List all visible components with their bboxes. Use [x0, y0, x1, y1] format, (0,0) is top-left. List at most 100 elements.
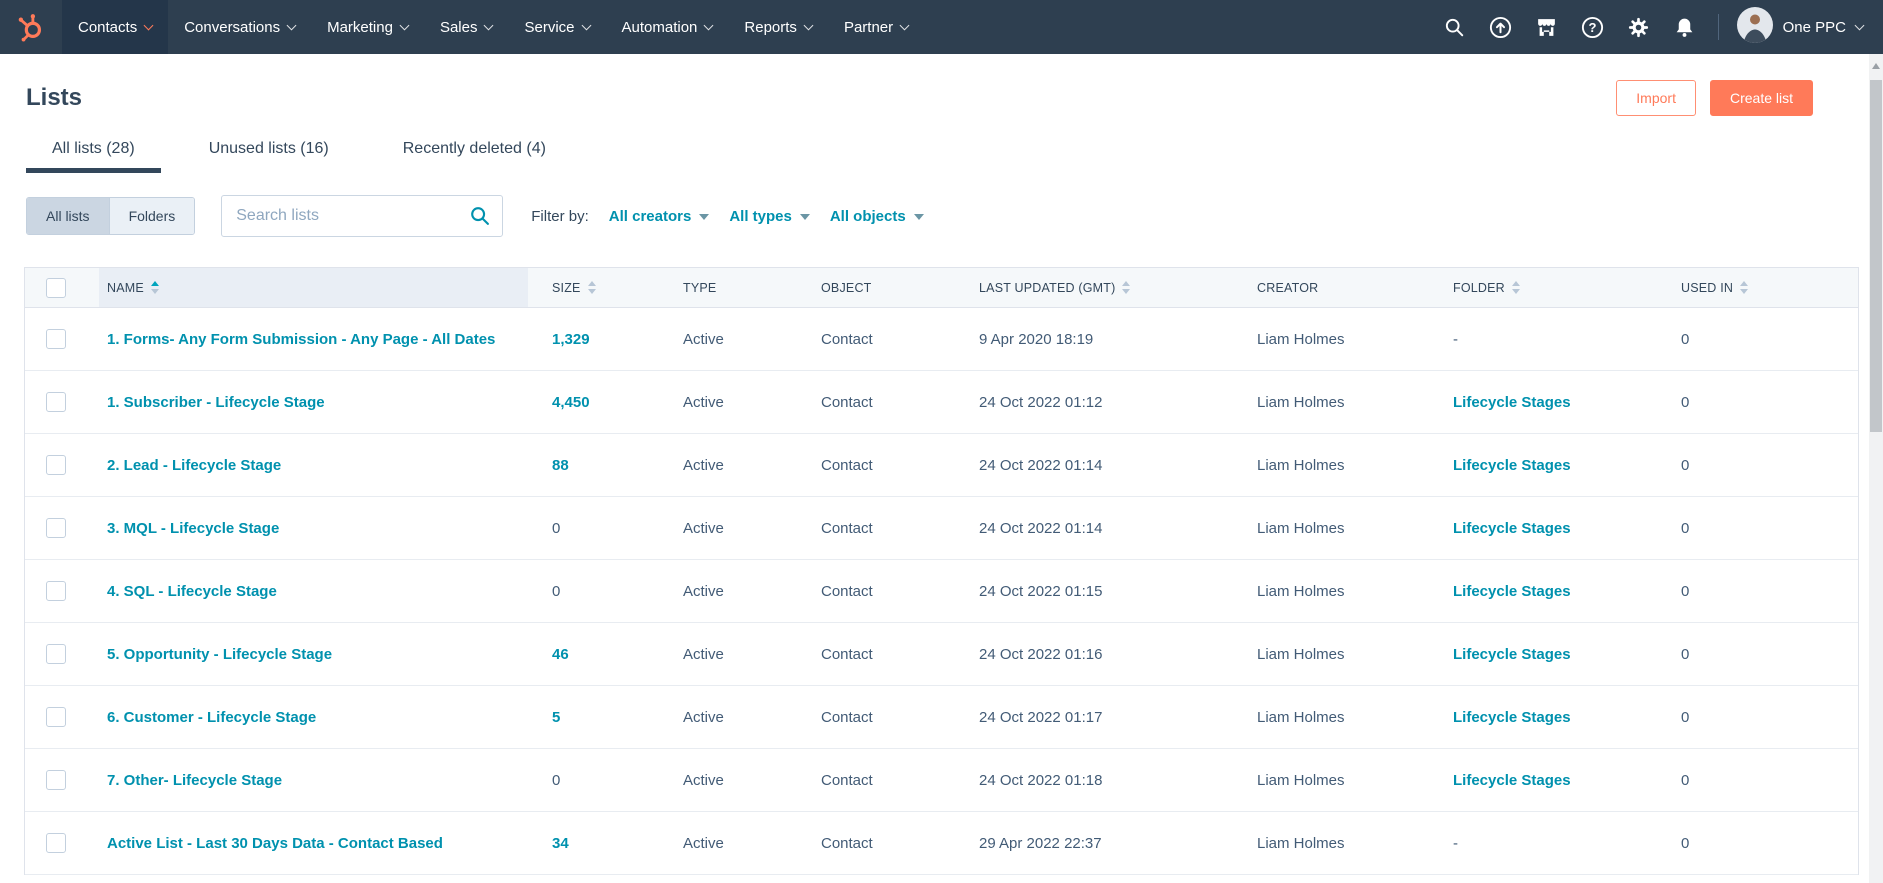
- toggle-folders[interactable]: Folders: [109, 198, 195, 234]
- list-tabs: All lists (28) Unused lists (16) Recentl…: [26, 140, 1883, 173]
- list-name-link[interactable]: 4. SQL - Lifecycle Stage: [107, 583, 277, 600]
- tab-all-lists[interactable]: All lists (28): [26, 140, 161, 173]
- chevron-down-icon: [803, 20, 813, 30]
- page-title: Lists: [26, 84, 82, 112]
- list-used-in: 0: [1681, 394, 1689, 411]
- column-header-type[interactable]: TYPE: [659, 268, 797, 307]
- marketplace-icon[interactable]: [1524, 0, 1570, 54]
- list-size: 0: [552, 772, 560, 789]
- table-row: 7. Other- Lifecycle Stage 0 Active Conta…: [25, 749, 1858, 812]
- row-checkbox[interactable]: [46, 707, 66, 727]
- toggle-all-lists[interactable]: All lists: [27, 198, 109, 234]
- import-button[interactable]: Import: [1616, 80, 1696, 116]
- table-row: Active List - Last 30 Days Data - Contac…: [25, 812, 1858, 875]
- column-header-object[interactable]: OBJECT: [797, 268, 955, 307]
- sort-arrows-icon: [1740, 281, 1748, 294]
- tab-recently-deleted[interactable]: Recently deleted (4): [377, 140, 572, 173]
- list-updated: 24 Oct 2022 01:12: [979, 394, 1102, 411]
- list-folder[interactable]: Lifecycle Stages: [1453, 646, 1571, 663]
- filter-dropdown-creators[interactable]: All creators: [609, 208, 710, 225]
- column-header-last-updated[interactable]: LAST UPDATED (GMT): [955, 268, 1233, 307]
- nav-item-automation[interactable]: Automation: [606, 0, 729, 54]
- list-creator: Liam Holmes: [1257, 646, 1345, 663]
- row-checkbox[interactable]: [46, 644, 66, 664]
- nav-item-reports[interactable]: Reports: [728, 0, 828, 54]
- row-checkbox[interactable]: [46, 518, 66, 538]
- scrollbar-thumb[interactable]: [1870, 80, 1882, 432]
- list-object: Contact: [821, 772, 873, 789]
- list-size[interactable]: 1,329: [552, 331, 590, 348]
- table-header: NAME SIZE TYPE OBJECT LAST UPDATED (GMT)…: [25, 268, 1858, 308]
- notifications-bell-icon[interactable]: [1662, 0, 1708, 54]
- filter-by-label: Filter by:: [531, 208, 589, 225]
- list-folder[interactable]: Lifecycle Stages: [1453, 457, 1571, 474]
- filter-row: All lists Folders Filter by: All creator…: [26, 195, 1883, 237]
- search-icon[interactable]: [1432, 0, 1478, 54]
- list-name-link[interactable]: 7. Other- Lifecycle Stage: [107, 772, 282, 789]
- list-folder[interactable]: Lifecycle Stages: [1453, 583, 1571, 600]
- list-name-link[interactable]: 1. Forms- Any Form Submission - Any Page…: [107, 331, 495, 348]
- page-scrollbar[interactable]: [1869, 54, 1883, 883]
- list-name-link[interactable]: 6. Customer - Lifecycle Stage: [107, 709, 316, 726]
- tab-unused-lists[interactable]: Unused lists (16): [183, 140, 355, 173]
- chevron-down-icon: [484, 20, 494, 30]
- create-list-button[interactable]: Create list: [1710, 80, 1813, 116]
- column-header-name[interactable]: NAME: [99, 268, 528, 307]
- nav-item-partner[interactable]: Partner: [828, 0, 924, 54]
- list-object: Contact: [821, 646, 873, 663]
- nav-item-service[interactable]: Service: [508, 0, 605, 54]
- hubspot-logo-icon[interactable]: [0, 0, 62, 54]
- row-checkbox[interactable]: [46, 455, 66, 475]
- sort-arrows-icon: [588, 281, 596, 294]
- list-name-link[interactable]: 1. Subscriber - Lifecycle Stage: [107, 394, 325, 411]
- list-size[interactable]: 34: [552, 835, 569, 852]
- list-updated: 24 Oct 2022 01:17: [979, 709, 1102, 726]
- help-icon[interactable]: ?: [1570, 0, 1616, 54]
- sort-arrows-icon: [151, 281, 159, 294]
- row-checkbox[interactable]: [46, 770, 66, 790]
- list-folder[interactable]: Lifecycle Stages: [1453, 394, 1571, 411]
- column-header-folder[interactable]: FOLDER: [1429, 268, 1657, 307]
- list-size[interactable]: 88: [552, 457, 569, 474]
- row-checkbox[interactable]: [46, 581, 66, 601]
- column-header-used-in[interactable]: USED IN: [1657, 268, 1812, 307]
- scroll-up-arrow-icon[interactable]: [1872, 63, 1880, 69]
- filter-dropdown-objects[interactable]: All objects: [830, 208, 924, 225]
- search-icon[interactable]: [469, 205, 491, 232]
- list-size[interactable]: 46: [552, 646, 569, 663]
- list-updated: 24 Oct 2022 01:14: [979, 457, 1102, 474]
- nav-item-contacts[interactable]: Contacts: [62, 0, 168, 54]
- nav-item-sales[interactable]: Sales: [424, 0, 509, 54]
- list-name-link[interactable]: 5. Opportunity - Lifecycle Stage: [107, 646, 332, 663]
- account-menu[interactable]: One PPC: [1737, 7, 1863, 47]
- list-object: Contact: [821, 457, 873, 474]
- nav-item-marketing[interactable]: Marketing: [311, 0, 424, 54]
- list-used-in: 0: [1681, 709, 1689, 726]
- list-folder[interactable]: Lifecycle Stages: [1453, 772, 1571, 789]
- list-used-in: 0: [1681, 835, 1689, 852]
- upgrade-icon[interactable]: [1478, 0, 1524, 54]
- search-input[interactable]: [221, 195, 503, 237]
- list-size[interactable]: 4,450: [552, 394, 590, 411]
- chevron-down-icon: [400, 20, 410, 30]
- list-size[interactable]: 5: [552, 709, 560, 726]
- table-row: 6. Customer - Lifecycle Stage 5 Active C…: [25, 686, 1858, 749]
- filter-dropdown-types[interactable]: All types: [729, 208, 810, 225]
- column-header-size[interactable]: SIZE: [528, 268, 659, 307]
- row-checkbox[interactable]: [46, 833, 66, 853]
- list-name-link[interactable]: Active List - Last 30 Days Data - Contac…: [107, 835, 443, 852]
- list-used-in: 0: [1681, 583, 1689, 600]
- list-folder[interactable]: Lifecycle Stages: [1453, 520, 1571, 537]
- column-header-creator[interactable]: CREATOR: [1233, 268, 1429, 307]
- chevron-down-icon: [914, 214, 924, 220]
- list-name-link[interactable]: 3. MQL - Lifecycle Stage: [107, 520, 279, 537]
- page-header: Lists Import Create list: [0, 54, 1883, 116]
- row-checkbox[interactable]: [46, 329, 66, 349]
- list-folder[interactable]: Lifecycle Stages: [1453, 709, 1571, 726]
- list-name-link[interactable]: 2. Lead - Lifecycle Stage: [107, 457, 281, 474]
- settings-gear-icon[interactable]: [1616, 0, 1662, 54]
- list-object: Contact: [821, 520, 873, 537]
- select-all-checkbox[interactable]: [46, 278, 66, 298]
- nav-item-conversations[interactable]: Conversations: [168, 0, 311, 54]
- row-checkbox[interactable]: [46, 392, 66, 412]
